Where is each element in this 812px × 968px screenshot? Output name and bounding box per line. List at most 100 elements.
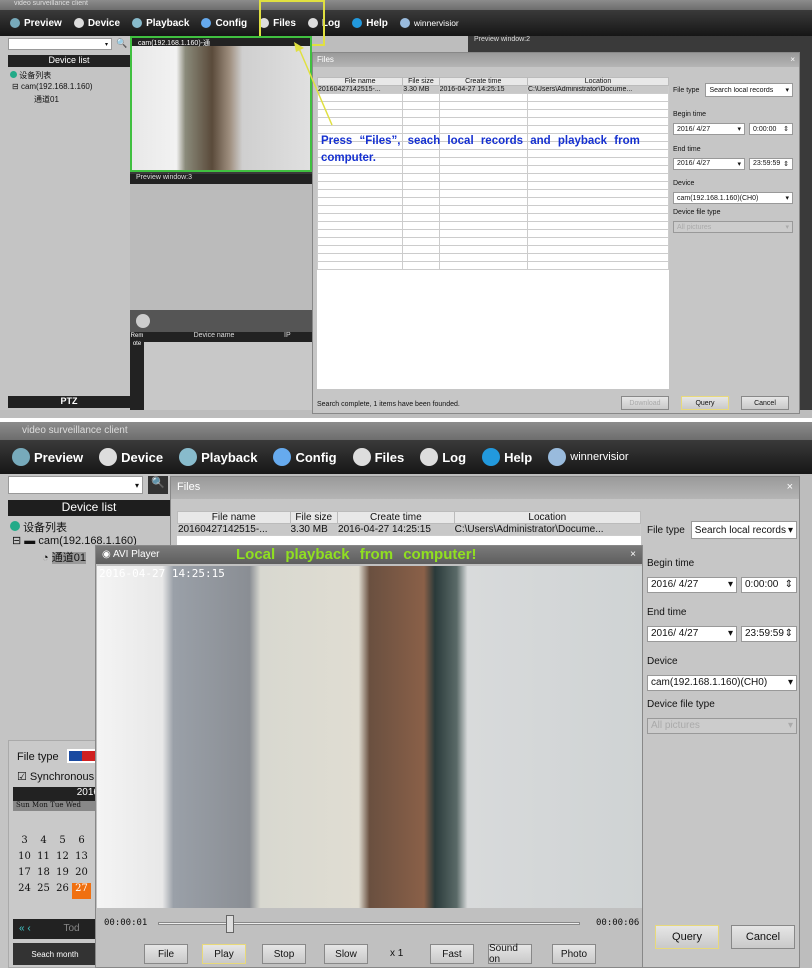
calendar-day[interactable]: 27 [72,883,91,899]
toolbar-config-button[interactable]: Config [201,18,247,29]
toolbar-preview-button[interactable]: Preview [10,18,62,29]
calendar-day[interactable]: 5 [53,835,72,851]
table-row[interactable]: 20160427142515-... 3.30 MB 2016-04-27 14:2… [177,523,642,536]
calendar-day[interactable]: 4 [34,835,53,851]
toolbar-log-button[interactable]: Log [420,448,466,466]
close-icon[interactable]: × [787,481,793,495]
tree-channel[interactable]: ◔ 通道01 [42,549,86,565]
toolbar-help-button[interactable]: Help [352,18,388,29]
tree-device[interactable]: ⊟ cam(192.168.1.160) [12,82,93,91]
toolbar-help-button[interactable]: Help [482,448,532,466]
calendar-day[interactable]: 13 [72,851,91,867]
column-header[interactable]: File size [402,77,440,86]
ptz-header[interactable]: PTZ [8,396,130,408]
device-select[interactable]: cam(192.168.1.160)(CH0) ▾ [647,674,797,691]
calendar-day[interactable]: 12 [53,851,72,867]
toolbar-device-button[interactable]: Device [73,18,120,29]
search-month-button[interactable]: Seach month [13,943,97,965]
end-date-picker[interactable]: 2016/ 4/27 ▾ [673,157,745,170]
file-type-select[interactable]: Search local records ▾ [690,521,797,539]
download-button[interactable]: Download [621,396,669,410]
preview-window-1[interactable]: cam(192.168.1.160)-通 [130,36,312,172]
preview-window-3[interactable] [130,184,312,310]
toolbar-preview-button[interactable]: Preview [12,448,83,466]
end-time-spinner[interactable]: 23:59:59 ⇕ [741,625,797,642]
cancel-button[interactable]: Cancel [731,925,795,949]
device-list-title: Device list [8,500,170,516]
ip-col: IP [284,332,291,339]
remote-tab[interactable]: Remote [130,332,144,410]
control-icon[interactable] [136,314,150,328]
begin-date-picker[interactable]: 2016/ 4/27 ▾ [647,576,737,593]
search-input[interactable]: ▾ [8,476,143,494]
photo-button[interactable]: Photo [552,944,596,964]
search-input[interactable]: ▾ [8,38,112,50]
calendar-day[interactable]: 3 [15,835,34,851]
calendar-day[interactable]: 10 [15,851,34,867]
cancel-button[interactable]: Cancel [741,396,789,410]
file-type-select[interactable]: Search local records ▾ [705,83,793,97]
end-time-spinner[interactable]: 23:59:59 ⇕ [749,157,793,170]
column-header[interactable]: File name [177,511,291,524]
calendar-day[interactable]: 26 [53,883,72,899]
calendar-day[interactable]: 20 [72,867,91,883]
device-select[interactable]: cam(192.168.1.160)(CH0) ▾ [673,192,793,204]
column-header[interactable]: File size [289,511,339,524]
left-panel: ▾ 🔍 Device list 设备列表 ⊟ cam(192.168.1.160… [0,36,130,410]
calendar-day[interactable]: 18 [34,867,53,883]
close-icon[interactable]: × [630,549,636,561]
toolbar-playback-button[interactable]: Playback [179,448,257,466]
main-toolbar: Preview Device Playback Config Files Log Help w… [0,10,812,36]
file-type-label: File type [17,751,59,763]
seek-thumb[interactable] [226,915,235,933]
begin-date-picker[interactable]: 2016/ 4/27 ▾ [673,123,745,135]
fast-button[interactable]: Fast [430,944,474,964]
toolbar-label: Help [366,17,388,29]
calendar-day[interactable]: 19 [53,867,72,883]
end-date-picker[interactable]: 2016/ 4/27 ▾ [647,625,737,642]
tree-channel[interactable]: 通道01 [34,94,59,105]
column-header[interactable]: Create time [337,511,455,524]
toolbar-playback-button[interactable]: Playback [132,18,189,29]
column-header[interactable]: Create time [438,77,528,86]
stop-button[interactable]: Stop [262,944,306,964]
query-button[interactable]: Query [655,925,719,949]
calendar-nav[interactable]: « ‹ Tod [13,919,101,939]
column-header[interactable]: Location [526,77,670,86]
tree-root[interactable]: 设备列表 [10,519,67,535]
begin-time-spinner[interactable]: 0:00:00 ⇕ [741,576,797,593]
file-button[interactable]: File [144,944,188,964]
slow-button[interactable]: Slow [324,944,368,964]
seek-bar[interactable] [158,915,580,933]
toolbar-config-button[interactable]: Config [273,448,337,466]
toolbar-winnervisior-button[interactable]: winnervisior [399,18,459,28]
search-icon[interactable]: 🔍 [116,38,128,50]
toolbar-winnervisior-button[interactable]: winnervisior [548,448,629,466]
device-file-type-select[interactable]: All pictures ▾ [647,717,797,734]
calendar-day[interactable]: 24 [15,883,34,899]
table-row[interactable]: 20160427142515-... 3.30 MB 2016-04-27 14:2… [316,85,670,94]
column-header[interactable]: Location [453,511,642,524]
play-button[interactable]: Play [202,944,246,964]
file-type-color[interactable] [67,749,97,763]
tree-root[interactable]: 设备列表 [10,70,51,81]
calendar-day[interactable]: 17 [15,867,34,883]
app-title-bar-2: video surveillance client [0,422,812,440]
search-icon[interactable]: 🔍 [148,476,168,494]
device-file-type-select[interactable]: All pictures ▾ [673,221,793,233]
sound-on-button[interactable]: Sound on [488,943,532,965]
query-button[interactable]: Query [681,396,729,410]
filter-panel: File type Search local records ▾ Begin time… [673,83,793,238]
calendar-day[interactable]: 6 [72,835,91,851]
video-frame: 2016-04-27 14:25:15 [97,566,642,908]
toolbar-label: Preview [24,17,62,29]
calendar-day[interactable]: 25 [34,883,53,899]
toolbar-label: Files [374,449,405,465]
toolbar-files-button[interactable]: Files [352,448,405,466]
calendar-day[interactable]: 11 [34,851,53,867]
toolbar-device-button[interactable]: Device [99,448,163,466]
user-icon [548,448,567,466]
sync-checkbox[interactable]: ☑ Synchronous p [17,770,103,783]
close-icon[interactable]: × [790,55,795,65]
begin-time-spinner[interactable]: 0:00:00 ⇕ [749,123,793,135]
